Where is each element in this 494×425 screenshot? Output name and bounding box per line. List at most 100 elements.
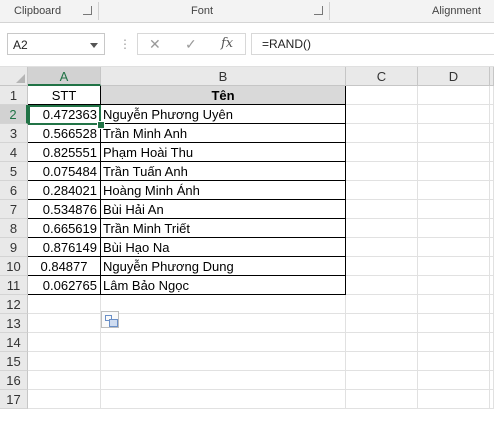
cell-a10[interactable]: 0.84877: [28, 257, 101, 276]
cell-c12[interactable]: [346, 295, 418, 314]
cell-a4[interactable]: 0.825551: [28, 143, 101, 162]
cell-e14[interactable]: [490, 333, 494, 352]
row-header-14[interactable]: 14: [0, 333, 28, 352]
cell-d9[interactable]: [418, 238, 490, 257]
cell-a9[interactable]: 0.876149: [28, 238, 101, 257]
cell-d7[interactable]: [418, 200, 490, 219]
enter-icon[interactable]: ✓: [185, 34, 197, 54]
cell-d4[interactable]: [418, 143, 490, 162]
cancel-icon[interactable]: ✕: [149, 34, 161, 54]
cell-d8[interactable]: [418, 219, 490, 238]
cell-e3[interactable]: [490, 124, 494, 143]
cell-c8[interactable]: [346, 219, 418, 238]
cell-c11[interactable]: [346, 276, 418, 295]
row-header-6[interactable]: 6: [0, 181, 28, 200]
cell-c10[interactable]: [346, 257, 418, 276]
column-header-b[interactable]: B: [101, 67, 346, 86]
cell-c16[interactable]: [346, 371, 418, 390]
row-header-10[interactable]: 10: [0, 257, 28, 276]
cell-e6[interactable]: [490, 181, 494, 200]
cell-b16[interactable]: [101, 371, 346, 390]
cell-a12[interactable]: [28, 295, 101, 314]
cell-c9[interactable]: [346, 238, 418, 257]
cell-a13[interactable]: [28, 314, 101, 333]
cell-b2[interactable]: Nguyễn Phương Uyên: [101, 105, 346, 124]
row-header-8[interactable]: 8: [0, 219, 28, 238]
cell-c13[interactable]: [346, 314, 418, 333]
cell-d14[interactable]: [418, 333, 490, 352]
row-header-7[interactable]: 7: [0, 200, 28, 219]
row-header-5[interactable]: 5: [0, 162, 28, 181]
row-header-17[interactable]: 17: [0, 390, 28, 409]
cell-b13[interactable]: [101, 314, 346, 333]
cell-a17[interactable]: [28, 390, 101, 409]
cell-e10[interactable]: [490, 257, 494, 276]
fill-handle[interactable]: [97, 121, 105, 129]
row-header-16[interactable]: 16: [0, 371, 28, 390]
cell-a6[interactable]: 0.284021: [28, 181, 101, 200]
font-launcher-icon[interactable]: [314, 6, 323, 15]
cell-e7[interactable]: [490, 200, 494, 219]
cell-e8[interactable]: [490, 219, 494, 238]
cell-e15[interactable]: [490, 352, 494, 371]
row-header-15[interactable]: 15: [0, 352, 28, 371]
cell-e2[interactable]: [490, 105, 494, 124]
cell-c15[interactable]: [346, 352, 418, 371]
cell-b6[interactable]: Hoàng Minh Ánh: [101, 181, 346, 200]
formula-input[interactable]: =RAND(): [251, 33, 494, 55]
cell-a16[interactable]: [28, 371, 101, 390]
cell-d13[interactable]: [418, 314, 490, 333]
cell-a11[interactable]: 0.062765: [28, 276, 101, 295]
row-header-1[interactable]: 1: [0, 86, 28, 105]
cell-e11[interactable]: [490, 276, 494, 295]
cell-a15[interactable]: [28, 352, 101, 371]
cell-d11[interactable]: [418, 276, 490, 295]
cell-d17[interactable]: [418, 390, 490, 409]
cell-c3[interactable]: [346, 124, 418, 143]
cell-e9[interactable]: [490, 238, 494, 257]
row-header-9[interactable]: 9: [0, 238, 28, 257]
cell-e16[interactable]: [490, 371, 494, 390]
column-header-a[interactable]: A: [28, 67, 101, 86]
cell-e5[interactable]: [490, 162, 494, 181]
cell-b7[interactable]: Bùi Hải An: [101, 200, 346, 219]
cell-c2[interactable]: [346, 105, 418, 124]
cell-e4[interactable]: [490, 143, 494, 162]
cell-b4[interactable]: Phạm Hoài Thu: [101, 143, 346, 162]
cell-c17[interactable]: [346, 390, 418, 409]
row-header-4[interactable]: 4: [0, 143, 28, 162]
cell-b11[interactable]: Lâm Bảo Ngọc: [101, 276, 346, 295]
cell-c7[interactable]: [346, 200, 418, 219]
cell-a3[interactable]: 0.566528: [28, 124, 101, 143]
cell-b15[interactable]: [101, 352, 346, 371]
column-header-d[interactable]: D: [418, 67, 490, 86]
cell-e13[interactable]: [490, 314, 494, 333]
cell-a7[interactable]: 0.534876: [28, 200, 101, 219]
cell-b8[interactable]: Trần Minh Triết: [101, 219, 346, 238]
cell-a8[interactable]: 0.665619: [28, 219, 101, 238]
row-header-3[interactable]: 3: [0, 124, 28, 143]
cell-d6[interactable]: [418, 181, 490, 200]
name-box[interactable]: A2: [7, 33, 105, 55]
cell-b17[interactable]: [101, 390, 346, 409]
cell-c4[interactable]: [346, 143, 418, 162]
insert-function-icon[interactable]: fx: [221, 34, 233, 54]
cell-c6[interactable]: [346, 181, 418, 200]
cell-a14[interactable]: [28, 333, 101, 352]
cell-e17[interactable]: [490, 390, 494, 409]
column-header-c[interactable]: C: [346, 67, 418, 86]
cell-e12[interactable]: [490, 295, 494, 314]
cell-d10[interactable]: [418, 257, 490, 276]
cell-a5[interactable]: 0.075484: [28, 162, 101, 181]
chevron-down-icon[interactable]: [90, 43, 98, 48]
cell-c5[interactable]: [346, 162, 418, 181]
clipboard-launcher-icon[interactable]: [83, 6, 92, 15]
cell-d15[interactable]: [418, 352, 490, 371]
column-header-e[interactable]: [490, 67, 494, 86]
cell-c1[interactable]: [346, 86, 418, 105]
row-header-2[interactable]: 2: [0, 105, 28, 124]
cell-e1[interactable]: [490, 86, 494, 105]
cell-d16[interactable]: [418, 371, 490, 390]
cell-b12[interactable]: [101, 295, 346, 314]
formula-bar-grip-icon[interactable]: ⋮: [119, 36, 131, 52]
